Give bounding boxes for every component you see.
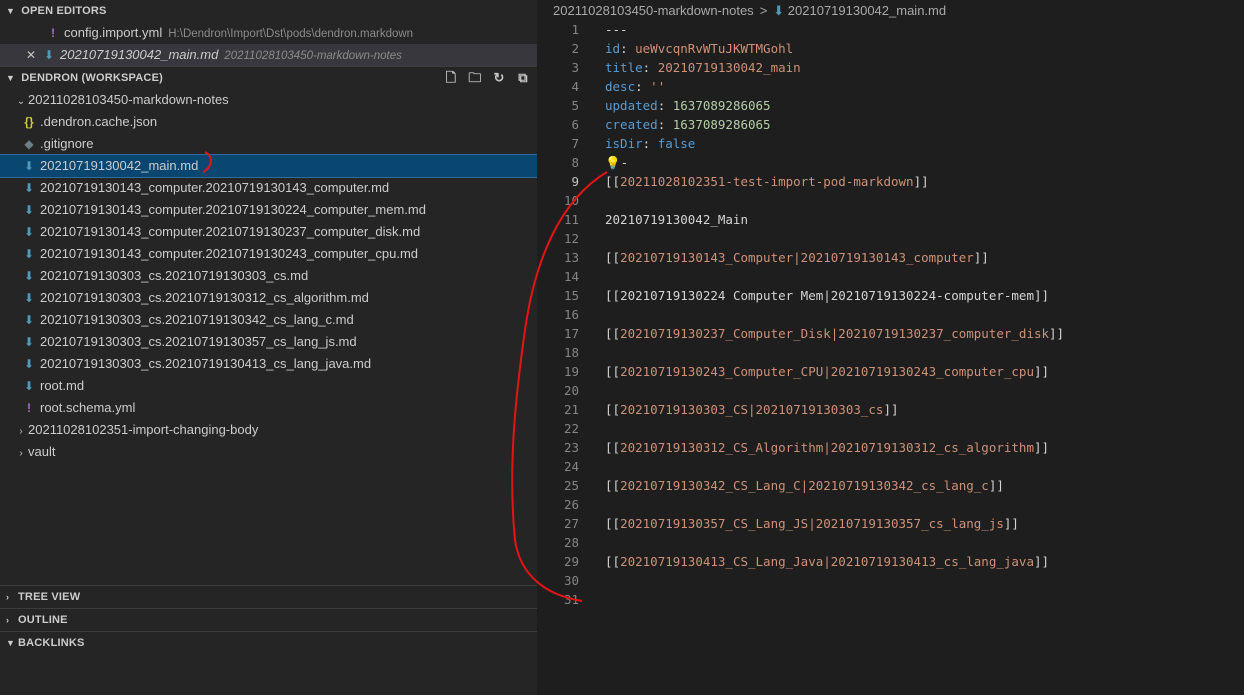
yaml-icon: ! (27, 401, 31, 415)
json-icon: {} (24, 115, 34, 129)
refresh-icon[interactable]: ↻ (491, 67, 507, 89)
code-line: 20 (563, 383, 579, 398)
open-editor-item[interactable]: ! config.import.yml H:\Dendron\Import\Dst\… (0, 22, 537, 44)
chevron-down-icon: ⌄ (16, 96, 26, 107)
code-area[interactable]: 1 --- 2 id: ueWvcqnRvWTuJKWTMGohl 3 title: … (537, 20, 1244, 609)
code-line: 10 (563, 193, 579, 208)
markdown-icon: ⬇ (23, 335, 35, 349)
backlinks-header[interactable]: ▼ BACKLINKS (0, 631, 537, 654)
code-line: 21 [[20210719130303_CS|20210719130303_cs]… (563, 402, 899, 417)
markdown-icon: ⬇ (23, 181, 35, 195)
chevron-right-icon: › (6, 592, 10, 602)
outline-header[interactable]: › OUTLINE (0, 608, 537, 631)
markdown-icon: ⬇ (23, 379, 35, 393)
markdown-icon: ⬇ (23, 313, 35, 327)
code-line: 27 [[20210719130357_CS_Lang_JS|2021071913… (563, 516, 1019, 531)
collapse-all-icon[interactable]: ⧉ (515, 67, 531, 89)
file-item[interactable]: ⬇ 20210719130143_computer.20210719130243_… (0, 243, 537, 265)
file-item[interactable]: ⬇ 20210719130143_computer.20210719130143_… (0, 177, 537, 199)
chevron-right-icon: › (19, 448, 23, 459)
file-item[interactable]: ⬇ 20210719130303_cs.20210719130303_cs.md (0, 265, 537, 287)
file-item[interactable]: ⬇ 20210719130303_cs.20210719130357_cs_lan… (0, 331, 537, 353)
code-line: 4 desc: '' (571, 79, 666, 94)
code-line: 12 (563, 231, 579, 246)
markdown-icon: ⬇ (23, 225, 35, 239)
code-line: 3 title: 20210719130042_main (571, 60, 801, 75)
code-line: 29 [[20210719130413_CS_Lang_Java|20210719… (563, 554, 1050, 569)
open-editor-item-active[interactable]: ✕ ⬇ 20210719130042_main.md 20211028103450-m… (0, 44, 537, 66)
file-item[interactable]: ⬇ 20210719130303_cs.20210719130312_cs_alg… (0, 287, 537, 309)
markdown-icon: ⬇ (23, 203, 35, 217)
code-line: 18 (563, 345, 579, 360)
yaml-icon: ! (51, 26, 55, 40)
folder-item[interactable]: ⌄ 20211028103450-markdown-notes (0, 89, 537, 111)
code-line: 7 isDir: false (571, 136, 696, 151)
code-line: 26 (563, 497, 579, 512)
chevron-down-icon: ▼ (6, 638, 16, 648)
folder-item-collapsed[interactable]: › 20211028102351-import-changing-body (0, 419, 537, 441)
chevron-down-icon: ▼ (6, 6, 16, 16)
code-line: 19 [[20210719130243_Computer_CPU|20210719… (563, 364, 1050, 379)
chevron-right-icon: › (19, 426, 23, 437)
code-line-current: 9 [[20211028102351-test-import-pod-markdo… (571, 174, 929, 189)
code-line: 2 id: ueWvcqnRvWTuJKWTMGohl (571, 41, 794, 56)
code-line: 25 [[20210719130342_CS_Lang_C|20210719130… (563, 478, 1004, 493)
markdown-icon: ⬇ (43, 48, 55, 62)
code-line: 23 [[20210719130312_CS_Algorithm|20210719… (563, 440, 1050, 455)
file-item[interactable]: ◆ .gitignore (0, 133, 537, 155)
code-line: 6 created: 1637089286065 (571, 117, 771, 132)
bottom-sections: › TREE VIEW › OUTLINE ▼ BACKLINKS (0, 585, 537, 654)
breadcrumb-separator: > (759, 3, 768, 18)
code-line: 17 [[20210719130237_Computer_Disk|2021071… (563, 326, 1065, 341)
chevron-right-icon: › (6, 615, 10, 625)
breadcrumb: 20211028103450-markdown-notes > ⬇ 20210719… (537, 0, 1244, 22)
open-editors-header[interactable]: ▼ OPEN EDITORS (0, 0, 537, 22)
lightbulb-icon[interactable]: 💡 (605, 155, 621, 170)
file-item[interactable]: ⬇ 20210719130303_cs.20210719130342_cs_lan… (0, 309, 537, 331)
code-line: 1 --- (571, 22, 628, 37)
code-line: 22 (563, 421, 579, 436)
markdown-icon: ⬇ (23, 357, 35, 371)
markdown-icon: ⬇ (773, 3, 788, 18)
file-item[interactable]: ⬇ 20210719130303_cs.20210719130413_cs_lan… (0, 353, 537, 375)
file-item[interactable]: ⬇ 20210719130143_computer.20210719130237_… (0, 221, 537, 243)
file-item-selected[interactable]: ⬇ 20210719130042_main.md (0, 154, 537, 178)
close-icon[interactable]: ✕ (24, 44, 38, 66)
chevron-down-icon: ▼ (6, 73, 16, 83)
code-line: 15 [[20210719130224 Computer Mem|20210719… (563, 288, 1050, 303)
markdown-icon: ⬇ (23, 269, 35, 283)
code-line: 11 20210719130042_Main (563, 212, 748, 227)
code-line: 8 💡- (571, 155, 629, 170)
code-line: 5 updated: 1637089286065 (571, 98, 771, 113)
new-folder-icon[interactable]: 🗀 (467, 67, 483, 89)
sidebar: ▼ OPEN EDITORS ! config.import.yml H:\Dend… (0, 0, 537, 695)
editor[interactable]: 20211028103450-markdown-notes > ⬇ 20210719… (537, 0, 1244, 695)
markdown-icon: ⬇ (23, 159, 35, 173)
code-line: 14 (563, 269, 579, 284)
gitignore-icon: ◆ (24, 137, 34, 151)
code-line: 31 (563, 592, 579, 607)
workspace-actions: 🗋 🗀 ↻ ⧉ (443, 67, 531, 89)
new-file-icon[interactable]: 🗋 (443, 67, 459, 89)
workspace-header[interactable]: ▼ DENDRON (WORKSPACE) 🗋 🗀 ↻ ⧉ (0, 66, 537, 89)
code-line: 13 [[20210719130143_Computer|202107191301… (563, 250, 989, 265)
markdown-icon: ⬇ (23, 291, 35, 305)
breadcrumb-file[interactable]: 20210719130042_main.md (788, 3, 946, 18)
code-line: 16 (563, 307, 579, 322)
code-line: 24 (563, 459, 579, 474)
breadcrumb-folder[interactable]: 20211028103450-markdown-notes (553, 3, 754, 18)
file-item[interactable]: {} .dendron.cache.json (0, 111, 537, 133)
tree-view-header[interactable]: › TREE VIEW (0, 585, 537, 608)
file-item[interactable]: ! root.schema.yml (0, 397, 537, 419)
folder-item-collapsed[interactable]: › vault (0, 441, 537, 463)
file-item[interactable]: ⬇ 20210719130143_computer.20210719130224_… (0, 199, 537, 221)
file-item[interactable]: ⬇ root.md (0, 375, 537, 397)
markdown-icon: ⬇ (23, 247, 35, 261)
code-line: 30 (563, 573, 579, 588)
code-line: 28 (563, 535, 579, 550)
